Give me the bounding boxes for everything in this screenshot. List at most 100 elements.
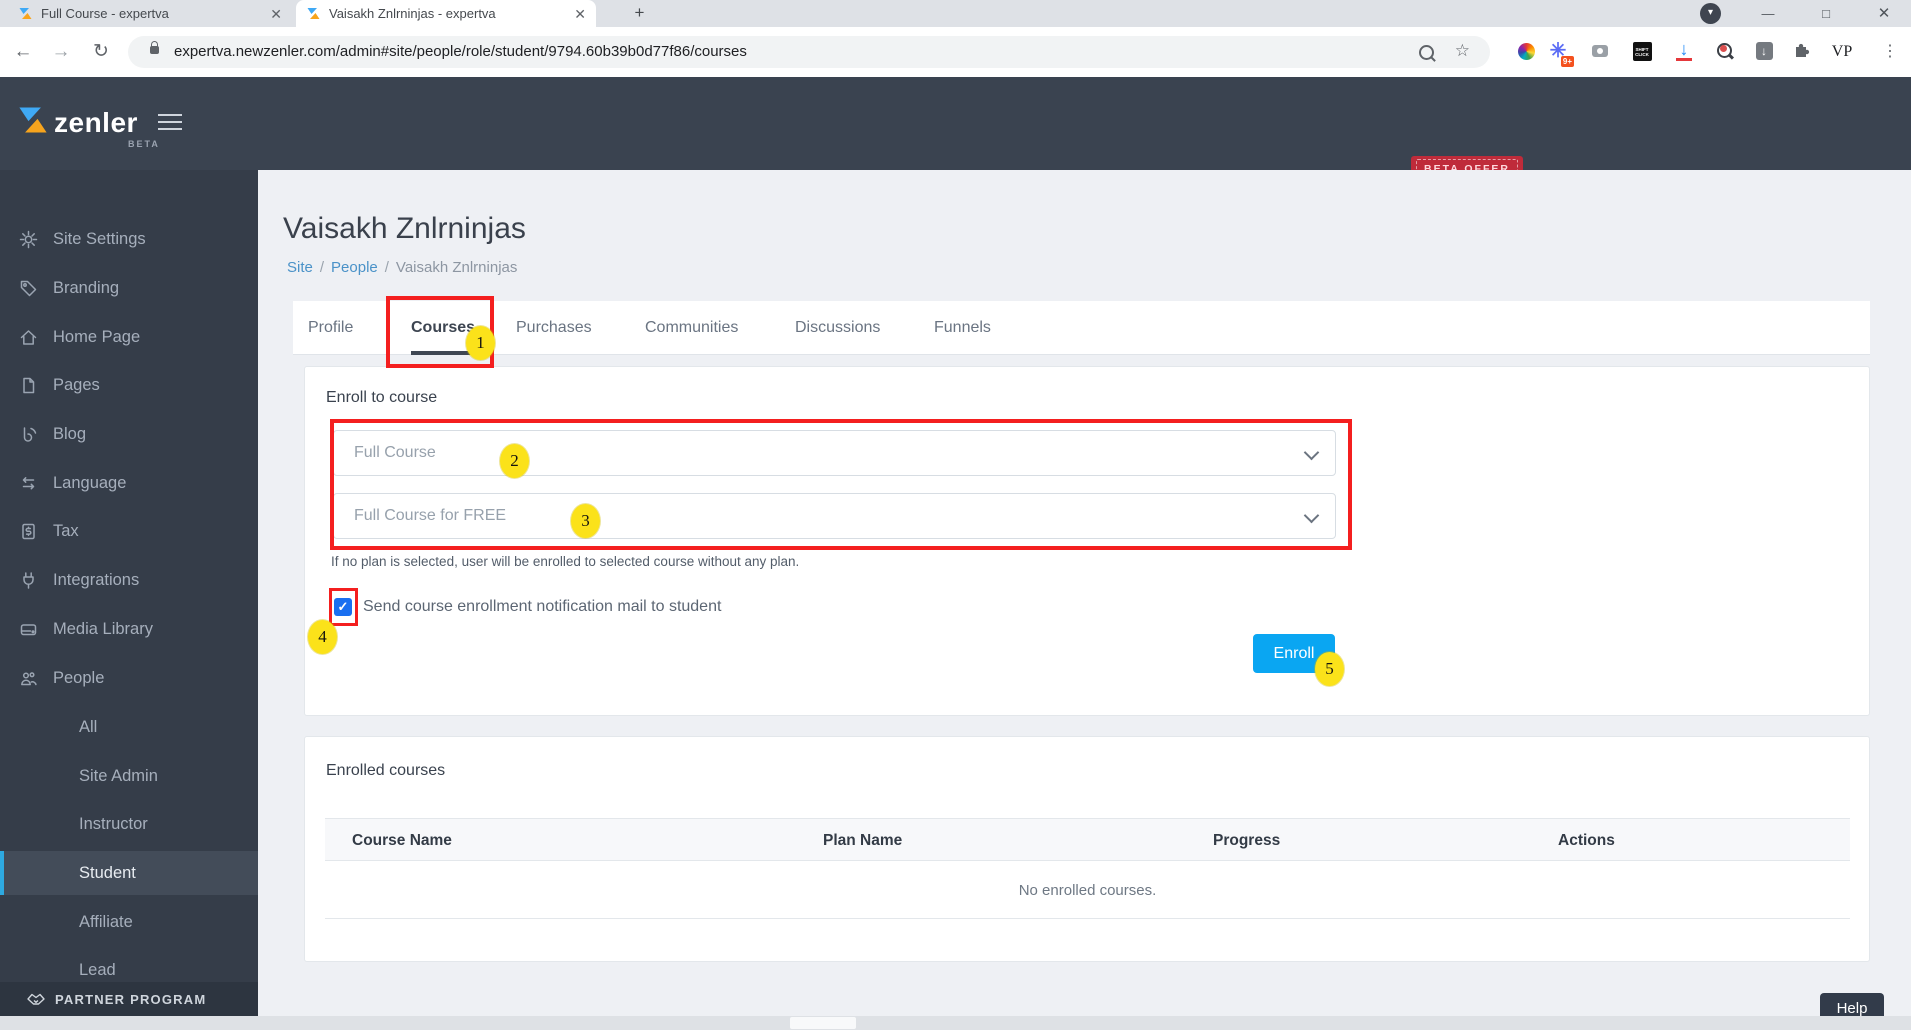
table-header-row: Course Name Plan Name Progress Actions	[325, 818, 1850, 861]
sidebar-item-blog[interactable]: Blog	[0, 419, 258, 449]
breadcrumb-separator: /	[384, 259, 389, 276]
sidebar-item-media-library[interactable]: Media Library	[0, 614, 258, 644]
sidebar-item-people-instructor[interactable]: Instructor	[0, 809, 258, 839]
hamburger-menu-icon[interactable]	[158, 114, 182, 135]
url-text[interactable]: expertva.newzenler.com/admin#site/people…	[174, 36, 747, 68]
horizontal-scrollbar[interactable]	[0, 1016, 1911, 1030]
app-top-nav: zenler BETA Dashboard Courses Marketing …	[0, 77, 1911, 223]
page-title: Vaisakh Znlrninjas	[283, 212, 526, 245]
browser-tab-2[interactable]: Vaisakh Znlrninjas - expertva ✕	[296, 0, 596, 27]
sidebar-item-people[interactable]: People	[0, 663, 258, 693]
sidebar-item-pages[interactable]: Pages	[0, 370, 258, 400]
window-close-button[interactable]: ✕	[1869, 0, 1899, 27]
sidebar-item-label: People	[53, 668, 105, 687]
sidebar-item-tax[interactable]: Tax	[0, 516, 258, 546]
lock-icon[interactable]	[150, 41, 159, 54]
brand-name[interactable]: zenler	[54, 107, 138, 139]
sidebar-item-people-student[interactable]: Student	[0, 851, 258, 895]
extension-camera-icon[interactable]	[1588, 40, 1612, 64]
browser-tab-title: Full Course - expertva	[41, 6, 169, 21]
annotation-rect-selects	[330, 419, 1352, 550]
enrolled-courses-card: Enrolled courses Course Name Plan Name P…	[304, 736, 1870, 962]
breadcrumb: Site / People / Vaisakh Znlrninjas	[287, 259, 517, 276]
extension-download-box-icon[interactable]: ↓	[1752, 40, 1776, 64]
tab-purchases[interactable]: Purchases	[516, 301, 592, 355]
media-icon	[20, 623, 37, 635]
zoom-indicator-icon[interactable]	[1419, 45, 1434, 60]
sidebar-item-label: Instructor	[79, 814, 148, 833]
address-bar[interactable]: expertva.newzenler.com/admin#site/people…	[128, 36, 1490, 68]
zenler-logo-icon	[19, 107, 47, 133]
extension-download-arrow-icon[interactable]: ↓	[1672, 40, 1696, 64]
tab-communities[interactable]: Communities	[645, 301, 738, 355]
enrolled-heading: Enrolled courses	[326, 762, 446, 779]
extension-color-wheel-icon[interactable]	[1514, 40, 1538, 64]
sidebar-item-site-settings[interactable]: Site Settings	[0, 224, 258, 254]
sidebar-item-label: Home Page	[53, 327, 141, 346]
sidebar-item-people-site-admin[interactable]: Site Admin	[0, 761, 258, 791]
bookmark-star-icon[interactable]: ☆	[1455, 41, 1470, 61]
sidebar-item-label: Site Settings	[53, 229, 146, 248]
person-tabs-bar: Profile Courses Purchases Communities Di…	[293, 301, 1870, 355]
back-icon[interactable]: ←	[10, 27, 36, 77]
annotation-rect-checkbox	[329, 588, 358, 626]
breadcrumb-site-link[interactable]: Site	[287, 259, 313, 276]
gear-icon	[19, 230, 38, 248]
sidebar-item-home-page[interactable]: Home Page	[0, 322, 258, 352]
column-actions: Actions	[1558, 832, 1615, 849]
extension-starburst-icon[interactable]: ✳ 9+	[1546, 40, 1574, 67]
column-plan-name: Plan Name	[823, 832, 903, 849]
sidebar-item-people-affiliate[interactable]: Affiliate	[0, 907, 258, 937]
handshake-icon	[27, 993, 45, 1005]
browser-tab-strip: Full Course - expertva ✕ Vaisakh Znlrnin…	[0, 0, 1911, 27]
browser-tab-1[interactable]: Full Course - expertva ✕	[8, 0, 292, 27]
extension-shift-click-icon[interactable]: SHIFT CLICK	[1630, 40, 1654, 64]
partner-program-label: PARTNER PROGRAM	[55, 991, 207, 1007]
blog-icon	[23, 426, 37, 442]
enroll-to-course-card: Enroll to course Full Course Full Course…	[304, 366, 1870, 716]
extensions-puzzle-icon[interactable]	[1790, 40, 1814, 64]
forward-icon[interactable]: →	[48, 27, 74, 77]
sidebar-item-integrations[interactable]: Integrations	[0, 565, 258, 595]
tab-close-icon[interactable]: ✕	[270, 7, 282, 21]
sidebar-item-label: Student	[79, 863, 136, 882]
horizontal-scrollbar-thumb[interactable]	[790, 1017, 856, 1029]
window-maximize-button[interactable]: □	[1811, 0, 1841, 27]
sidebar-item-label: Pages	[53, 375, 100, 394]
plan-note: If no plan is selected, user will be enr…	[331, 554, 800, 569]
new-tab-button[interactable]: +	[627, 1, 652, 26]
column-progress: Progress	[1213, 832, 1281, 849]
page-icon	[23, 377, 35, 393]
partner-program-link[interactable]: PARTNER PROGRAM	[0, 982, 258, 1016]
tab-discussions[interactable]: Discussions	[795, 301, 880, 355]
sidebar-item-label: Language	[53, 473, 127, 492]
tab-close-icon[interactable]: ✕	[574, 7, 586, 21]
zenler-favicon	[307, 8, 320, 19]
tab-funnels[interactable]: Funnels	[934, 301, 991, 355]
sidebar-item-label: Integrations	[53, 570, 140, 589]
browser-menu-kebab-icon[interactable]: ⋮	[1878, 40, 1902, 64]
reload-icon[interactable]: ↻	[88, 27, 114, 77]
enroll-heading: Enroll to course	[326, 389, 438, 406]
breadcrumb-people-link[interactable]: People	[331, 259, 378, 276]
browser-profile-initials[interactable]: VP	[1830, 40, 1854, 64]
window-minimize-button[interactable]: —	[1753, 0, 1783, 27]
sidebar-item-label: Affiliate	[79, 912, 133, 931]
tab-profile[interactable]: Profile	[308, 301, 353, 355]
browser-profile-circle-icon[interactable]: ▾	[1700, 3, 1721, 24]
sidebar-item-label: Lead	[79, 960, 116, 979]
breadcrumb-separator: /	[319, 259, 325, 276]
sidebar-item-branding[interactable]: Branding	[0, 273, 258, 303]
sidebar-item-people-all[interactable]: All	[0, 712, 258, 742]
empty-table-message: No enrolled courses.	[1018, 882, 1157, 899]
extension-magnifier-icon[interactable]	[1712, 40, 1736, 64]
browser-toolbar: ← → ↻ expertva.newzenler.com/admin#site/…	[0, 27, 1911, 77]
home-icon	[20, 329, 37, 345]
sidebar-item-language[interactable]: Language	[0, 468, 258, 498]
site-sidebar: Site Settings Branding Home Page Pages B…	[0, 170, 258, 1016]
annotation-step-3: 3	[571, 504, 600, 538]
sidebar-item-people-lead[interactable]: Lead	[0, 955, 258, 985]
annotation-step-1: 1	[466, 326, 495, 360]
sidebar-item-label: All	[79, 717, 98, 736]
brand-beta-label: BETA	[128, 139, 160, 149]
